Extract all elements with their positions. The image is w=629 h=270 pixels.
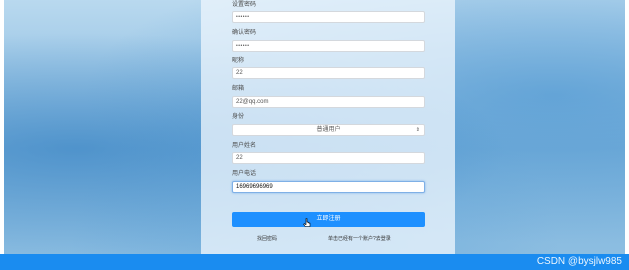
hand-cursor-icon [303, 218, 311, 227]
select-arrows-icon: ⇕ [415, 127, 420, 133]
bottom-bar: CSDN @bysjlw985 [0, 254, 629, 270]
password-label: 设置密码 [232, 2, 257, 8]
email-label: 邮箱 [232, 86, 245, 92]
window-edge-right [625, 0, 629, 270]
watermark: CSDN @bysjlw985 [536, 256, 622, 267]
go-login-link[interactable]: 单击已经有一个账户?去登录 [328, 236, 391, 242]
real-name-input[interactable]: 22 [232, 152, 425, 164]
password-input[interactable]: •••••• [232, 11, 425, 23]
phone-input[interactable]: 16969696969 [232, 181, 425, 193]
nickname-label: 昵称 [232, 58, 245, 64]
confirm-password-input[interactable]: •••••• [232, 40, 425, 52]
phone-label: 用户电话 [232, 171, 257, 177]
role-select-value: 普通用户 [316, 127, 341, 133]
confirm-password-label: 确认密码 [232, 30, 257, 36]
nickname-input[interactable]: 22 [232, 67, 425, 79]
recover-password-link[interactable]: 找回密码 [257, 236, 277, 242]
role-select[interactable]: 普通用户 ⇕ [232, 124, 425, 136]
real-name-label: 用户姓名 [232, 143, 257, 149]
window-edge-left [0, 0, 4, 270]
register-form-panel: 设置密码 •••••• 确认密码 •••••• 昵称 22 邮箱 22@qq.c… [201, 0, 455, 254]
email-input[interactable]: 22@qq.com [232, 96, 425, 108]
register-button[interactable]: 立即注册 [232, 212, 425, 227]
role-label: 身份 [232, 114, 245, 120]
